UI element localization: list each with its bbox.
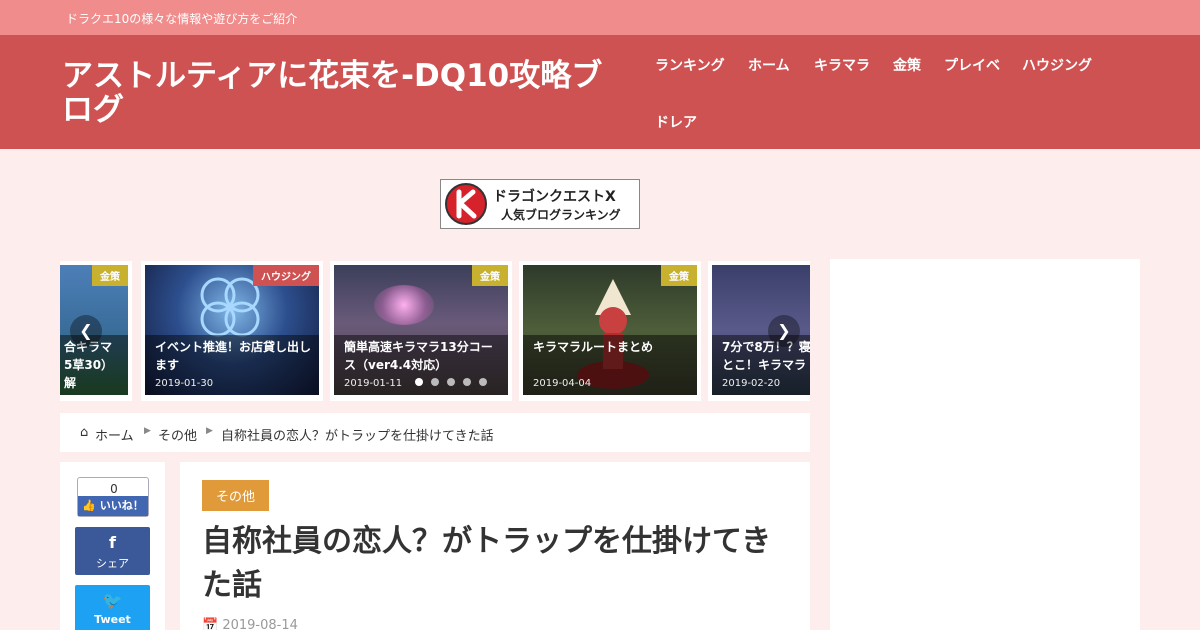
carousel-dot-active[interactable] xyxy=(415,378,423,386)
chevron-right-icon[interactable]: ❯ xyxy=(768,315,800,347)
breadcrumb-separator-icon: ▶ xyxy=(206,426,213,436)
card-date: 2019-02-20 xyxy=(722,378,781,389)
article-title: 自称社員の恋人？がトラップを仕掛けてきた話 xyxy=(202,524,772,603)
site-title[interactable]: アストルティアに花束を-DQ10攻略ブログ xyxy=(62,59,632,127)
card-category-badge: ハウジング xyxy=(253,265,319,286)
nav-item-ranking[interactable]: ランキング xyxy=(655,55,725,75)
article: その他 自称社員の恋人？がトラップを仕掛けてきた話 📅 2019-08-14 xyxy=(180,462,810,630)
breadcrumb: ⌂ ホーム ▶ その他 ▶ 自称社員の恋人？がトラップを仕掛けてきた話 xyxy=(60,413,810,452)
thumbs-up-icon: 👍 xyxy=(82,499,96,512)
twitter-icon: 🐦 xyxy=(102,591,123,610)
carousel-dot[interactable] xyxy=(447,378,455,386)
share-column: 0 👍 いいね！ f シェア 🐦 Tweet xyxy=(60,462,165,630)
card-thumbnail: ハウジング イベント推進！お店貸し出します 2019-01-30 xyxy=(145,265,319,395)
article-date: 📅 2019-08-14 xyxy=(202,618,298,630)
card-title: 合キラマ 5草30）解 xyxy=(64,340,114,390)
nav-item-home[interactable]: ホーム xyxy=(748,55,790,75)
card-category-badge: 金策 xyxy=(92,265,128,286)
like-button[interactable]: 👍 いいね！ xyxy=(78,496,148,516)
facebook-like-box[interactable]: 0 👍 いいね！ xyxy=(77,477,149,517)
carousel-dot[interactable] xyxy=(479,378,487,386)
site-tagline: ドラクエ10の様々な情報や遊び方をご紹介 xyxy=(66,12,298,26)
card-title: キラマラルートまとめ xyxy=(533,340,654,354)
top-bar: ドラクエ10の様々な情報や遊び方をご紹介 xyxy=(0,0,1200,35)
carousel-card[interactable]: ハウジング イベント推進！お店貸し出します 2019-01-30 xyxy=(141,261,323,401)
sidebar-widget xyxy=(830,259,1140,630)
glow-effect xyxy=(374,285,434,325)
chevron-left-icon[interactable]: ❮ xyxy=(70,315,102,347)
card-category-badge: 金策 xyxy=(661,265,697,286)
banner-line1: ドラゴンクエストX xyxy=(493,189,616,205)
site-header: アストルティアに花束を-DQ10攻略ブログ ランキング ホーム キラマラ 金策 … xyxy=(0,35,1200,149)
breadcrumb-separator-icon: ▶ xyxy=(144,426,151,436)
card-title: イベント推進！お店貸し出します xyxy=(155,340,312,372)
nav-item-housing[interactable]: ハウジング xyxy=(1022,55,1092,75)
card-category-badge: 金策 xyxy=(472,265,508,286)
like-count: 0 xyxy=(110,482,118,496)
breadcrumb-home[interactable]: ホーム xyxy=(95,425,134,444)
nav-item-money[interactable]: 金策 xyxy=(893,55,921,75)
card-thumbnail: 金策 簡単高速キラマラ13分コース（ver4.4対応） 2019-01-11 xyxy=(334,265,508,395)
breadcrumb-category[interactable]: その他 xyxy=(158,425,197,444)
tweet-button[interactable]: 🐦 Tweet xyxy=(75,585,150,630)
ranking-logo-icon xyxy=(445,183,487,225)
home-icon: ⌂ xyxy=(80,425,89,440)
facebook-share-label: シェア xyxy=(96,557,129,570)
article-category-badge[interactable]: その他 xyxy=(202,480,270,511)
carousel-card[interactable]: 金策 キラマラルートまとめ 2019-04-04 xyxy=(519,261,701,401)
article-date-text: 2019-08-14 xyxy=(222,618,298,630)
like-label: いいね！ xyxy=(99,499,144,512)
tweet-label: Tweet xyxy=(94,613,131,626)
facebook-share-button[interactable]: f シェア xyxy=(75,527,150,575)
nav-item-kiramara[interactable]: キラマラ xyxy=(814,55,870,75)
card-date: 2019-04-04 xyxy=(533,378,592,389)
breadcrumb-current: 自称社員の恋人？がトラップを仕掛けてきた話 xyxy=(221,429,494,444)
card-title: 7分で8万！？寝るだけやっとこ！キラマラ（ver4.5版） xyxy=(722,340,810,372)
carousel-dot[interactable] xyxy=(431,378,439,386)
nav-item-pureibe[interactable]: プレイベ xyxy=(944,55,1000,75)
card-thumbnail: 金策 キラマラルートまとめ 2019-04-04 xyxy=(523,265,697,395)
banner-line2: 人気ブログランキング xyxy=(501,208,621,222)
calendar-icon: 📅 xyxy=(202,618,219,630)
card-title: 簡単高速キラマラ13分コース（ver4.4対応） xyxy=(344,340,493,372)
card-date: 2019-01-11 xyxy=(344,378,403,389)
card-date: 2019-01-30 xyxy=(155,378,214,389)
nav-item-dorea[interactable]: ドレア xyxy=(655,112,697,132)
ranking-banner[interactable]: ドラゴンクエストX 人気ブログランキング xyxy=(440,179,640,229)
facebook-icon: f xyxy=(109,533,116,552)
carousel-dot[interactable] xyxy=(463,378,471,386)
